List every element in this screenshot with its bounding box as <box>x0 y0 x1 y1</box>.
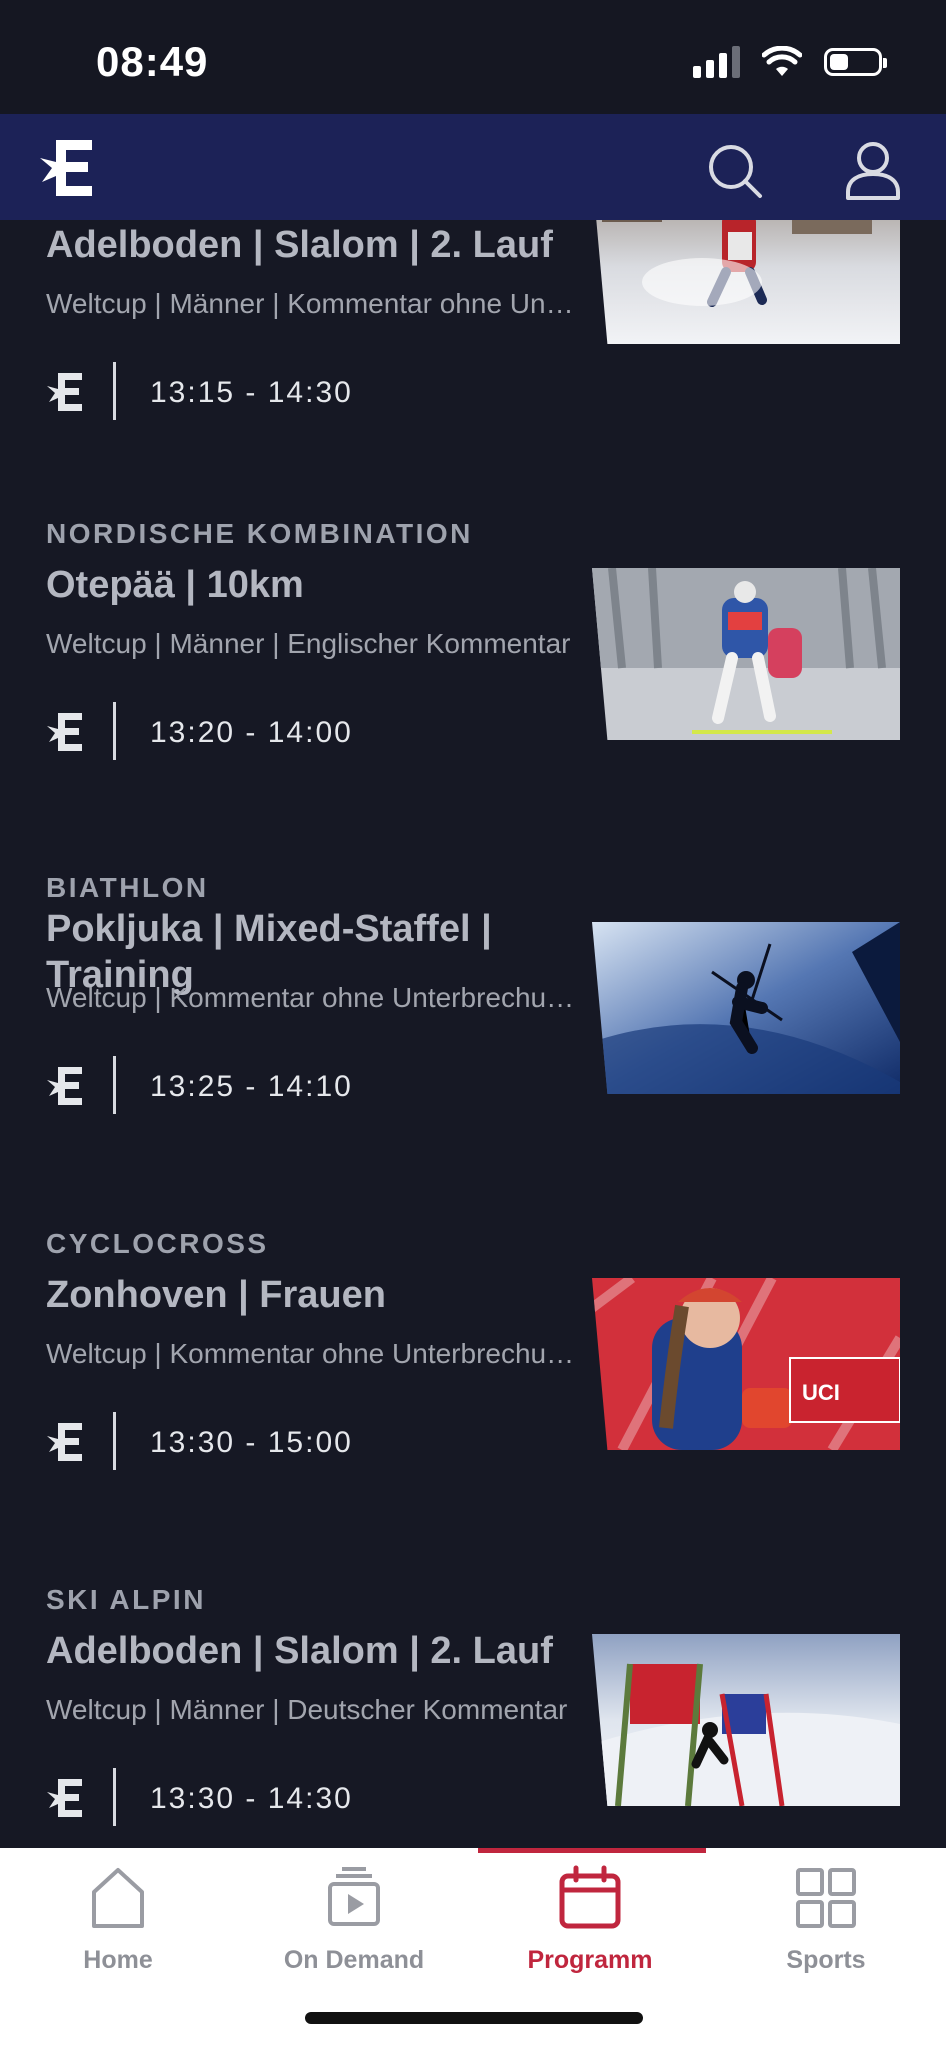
eurosport-logo[interactable] <box>38 138 98 198</box>
user-icon[interactable] <box>844 140 902 202</box>
on-demand-icon <box>328 1867 380 1926</box>
programme-item[interactable]: BIATHLON Pokljuka | Mixed-Staffel | Trai… <box>0 866 946 1206</box>
programme-list: Adelboden | Slalom | 2. Lauf Weltcup | M… <box>0 220 946 1848</box>
programme-item[interactable]: CYCLOCROSS Zonhoven | Frauen Weltcup | K… <box>0 1222 946 1562</box>
event-thumbnail[interactable] <box>592 568 900 740</box>
programme-item[interactable]: NORDISCHE KOMBINATION Otepää | 10km Welt… <box>0 512 946 852</box>
nav-item-sports[interactable]: Sports <box>708 1848 944 1988</box>
eurosport-channel-icon <box>47 713 82 751</box>
divider <box>113 1056 116 1114</box>
status-icons <box>693 46 887 78</box>
event-subtitle: Weltcup | Männer | Englischer Kommentar <box>46 628 571 659</box>
nav-label-home: Home <box>83 1946 153 1974</box>
sport-label: BIATHLON <box>46 872 209 903</box>
event-time: 13:20 - 14:00 <box>150 716 353 749</box>
sport-label: NORDISCHE KOMBINATION <box>46 518 473 549</box>
nav-label-sports: Sports <box>786 1946 866 1974</box>
eurosport-channel-icon <box>47 1779 82 1817</box>
eurosport-channel-icon <box>47 373 82 411</box>
event-time: 13:15 - 14:30 <box>150 376 353 409</box>
status-time: 08:49 <box>96 38 209 85</box>
event-title: Adelboden | Slalom | 2. Lauf <box>46 224 553 266</box>
eurosport-channel-icon <box>47 1423 82 1461</box>
programme-item[interactable]: Adelboden | Slalom | 2. Lauf Weltcup | M… <box>0 220 946 512</box>
wifi-icon <box>762 46 802 76</box>
nav-item-home[interactable]: Home <box>0 1848 236 1988</box>
home-indicator <box>305 2012 643 2024</box>
event-time: 13:30 - 14:30 <box>150 1782 353 1815</box>
event-thumbnail[interactable] <box>592 1634 900 1806</box>
battery-icon <box>824 48 887 76</box>
nav-item-programm[interactable]: Programm <box>472 1848 708 1988</box>
divider <box>113 1412 116 1470</box>
search-icon[interactable] <box>706 142 764 200</box>
event-thumbnail[interactable]: UCI <box>592 1278 900 1450</box>
event-title: Adelboden | Slalom | 2. Lauf <box>46 1630 553 1672</box>
svg-text:UCI: UCI <box>802 1380 840 1405</box>
event-title: Otepää | 10km <box>46 564 304 606</box>
divider <box>113 362 116 420</box>
app-header <box>0 114 946 220</box>
event-thumbnail[interactable] <box>592 220 900 344</box>
calendar-icon <box>559 1865 621 1929</box>
divider <box>113 702 116 760</box>
home-icon <box>92 1868 144 1928</box>
nav-label-programm: Programm <box>527 1946 653 1974</box>
event-subtitle: Weltcup | Männer | Kommentar ohne Unterb… <box>46 288 576 319</box>
programme-item[interactable]: SKI ALPIN Adelboden | Slalom | 2. Lauf W… <box>0 1578 946 1848</box>
grid-icon <box>796 1868 856 1928</box>
nav-label-on-demand: On Demand <box>283 1946 425 1974</box>
event-time: 13:25 - 14:10 <box>150 1070 353 1103</box>
sport-label: CYCLOCROSS <box>46 1228 269 1259</box>
event-title: Zonhoven | Frauen <box>46 1274 386 1316</box>
divider <box>113 1768 116 1826</box>
event-thumbnail[interactable] <box>592 922 900 1094</box>
cellular-signal-icon <box>693 46 740 78</box>
event-subtitle: Weltcup | Männer | Deutscher Kommentar <box>46 1694 568 1725</box>
sport-label: SKI ALPIN <box>46 1584 206 1615</box>
eurosport-channel-icon <box>47 1067 82 1105</box>
event-subtitle: Weltcup | Kommentar ohne Unterbrechung <box>46 1338 576 1369</box>
event-time: 13:30 - 15:00 <box>150 1426 353 1459</box>
status-bar: 08:49 <box>0 0 946 114</box>
event-subtitle: Weltcup | Kommentar ohne Unterbrechung <box>46 982 576 1013</box>
nav-item-on-demand[interactable]: On Demand <box>236 1848 472 1988</box>
